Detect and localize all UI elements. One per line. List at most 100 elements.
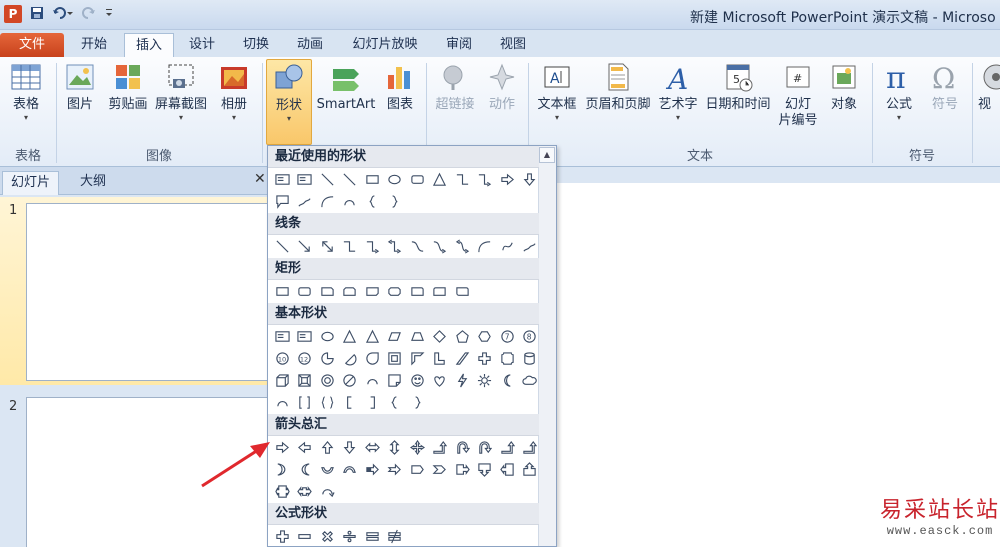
- shape-rrect-icon[interactable]: [294, 280, 317, 302]
- shape-arrowline-icon[interactable]: [294, 235, 317, 257]
- shape-plaque-icon[interactable]: [496, 347, 519, 369]
- shape-div-icon[interactable]: [339, 525, 362, 546]
- shape-curvedl-icon[interactable]: [294, 458, 317, 480]
- shape-equal-icon[interactable]: [361, 525, 384, 546]
- shape-brace1-icon[interactable]: [384, 391, 407, 413]
- powerpoint-app-icon[interactable]: P: [4, 5, 22, 23]
- shape-bevel-icon[interactable]: [294, 369, 317, 391]
- shape-dblarrowline-icon[interactable]: [316, 235, 339, 257]
- shape-smile-icon[interactable]: [406, 369, 429, 391]
- action-button[interactable]: 动作: [484, 61, 520, 113]
- shape-notch-icon[interactable]: [384, 458, 407, 480]
- shape-tri-icon[interactable]: [361, 325, 384, 347]
- picture-button[interactable]: 图片: [62, 61, 98, 113]
- shape-curvedconnarrow-icon[interactable]: [429, 235, 452, 257]
- shape-curvedconndbl-icon[interactable]: [451, 235, 474, 257]
- shape-bracket1-icon[interactable]: [339, 391, 362, 413]
- shape-scrib-icon[interactable]: [294, 190, 317, 212]
- shape-brace1-icon[interactable]: [361, 190, 384, 212]
- shape-trap-icon[interactable]: [406, 325, 429, 347]
- shape-elbowdbl-icon[interactable]: [384, 235, 407, 257]
- shape-larrow-icon[interactable]: [294, 436, 317, 458]
- shape-elbowarrow-icon[interactable]: [361, 235, 384, 257]
- customize-icon[interactable]: [104, 6, 114, 25]
- shape-uarrow-icon[interactable]: [316, 436, 339, 458]
- shape-moon-icon[interactable]: [496, 369, 519, 391]
- shapes-gallery[interactable]: ▲ 最近使用的形状 线条 矩形 基本形状 78 10 12 箭头总汇 公式形状: [267, 145, 557, 547]
- shape-plus-icon[interactable]: [271, 525, 294, 546]
- shape-rect-icon[interactable]: [361, 168, 384, 190]
- shape-curve-icon[interactable]: [316, 190, 339, 212]
- shape-elbowarrow-icon[interactable]: [474, 168, 497, 190]
- shape-dbrack-icon[interactable]: [294, 391, 317, 413]
- shape-neq-icon[interactable]: [384, 525, 407, 546]
- shape-elbow-icon[interactable]: [451, 168, 474, 190]
- tab-outline[interactable]: 大纲: [72, 171, 114, 195]
- shape-brace2-icon[interactable]: [406, 391, 429, 413]
- shape-oval-icon[interactable]: [384, 168, 407, 190]
- shape-darrow-icon[interactable]: [519, 168, 542, 190]
- undo-icon[interactable]: [52, 6, 74, 25]
- shape-hex-icon[interactable]: [474, 325, 497, 347]
- smartart-button[interactable]: SmartArt: [314, 61, 378, 113]
- shape-rect6-icon[interactable]: [406, 280, 429, 302]
- shape-rect8-icon[interactable]: [451, 280, 474, 302]
- shape-arc-icon[interactable]: [271, 391, 294, 413]
- chart-button[interactable]: 图表: [382, 61, 418, 113]
- shape-fold-icon[interactable]: [384, 369, 407, 391]
- tab-animations[interactable]: 动画: [284, 33, 336, 57]
- shape-tri-icon[interactable]: [429, 168, 452, 190]
- video-button[interactable]: 视: [978, 61, 1000, 113]
- tab-slides[interactable]: 幻灯片: [2, 171, 60, 195]
- shape-tb-icon[interactable]: [294, 168, 317, 190]
- shape-brace2-icon[interactable]: [384, 190, 407, 212]
- shape-rect-icon[interactable]: [271, 280, 294, 302]
- tab-review[interactable]: 审阅: [434, 33, 484, 57]
- shape-callout2-icon[interactable]: [271, 190, 294, 212]
- screenshot-button[interactable]: 屏幕截图 ▾: [152, 61, 210, 123]
- textbox-button[interactable]: A 文本框 ▾: [534, 61, 580, 123]
- shape-cross-icon[interactable]: [474, 347, 497, 369]
- shape-dbrace-icon[interactable]: [316, 391, 339, 413]
- shape-circ10-icon[interactable]: 10: [271, 347, 294, 369]
- tab-view[interactable]: 视图: [488, 33, 538, 57]
- shape-para-icon[interactable]: [384, 325, 407, 347]
- shape-diag-icon[interactable]: [451, 347, 474, 369]
- shape-udarrow-icon[interactable]: [384, 436, 407, 458]
- shape-rect7-icon[interactable]: [429, 280, 452, 302]
- shape-bentup-icon[interactable]: [496, 436, 519, 458]
- shape-frame-icon[interactable]: [384, 347, 407, 369]
- shape-tb-icon[interactable]: [271, 325, 294, 347]
- shape-circ12-icon[interactable]: 12: [294, 347, 317, 369]
- header-footer-button[interactable]: 页眉和页脚: [582, 61, 654, 113]
- shape-halfframe-icon[interactable]: [406, 347, 429, 369]
- shape-oval-icon[interactable]: [316, 325, 339, 347]
- shape-lshape-icon[interactable]: [429, 347, 452, 369]
- shape-chord-icon[interactable]: [339, 347, 362, 369]
- close-icon[interactable]: ✕: [254, 171, 266, 187]
- redo-icon[interactable]: [82, 6, 96, 25]
- shape-bracket2-icon[interactable]: [361, 391, 384, 413]
- datetime-button[interactable]: 5 日期和时间: [702, 61, 774, 113]
- shape-pent-icon[interactable]: [451, 325, 474, 347]
- shape-donut-icon[interactable]: [316, 369, 339, 391]
- shape-bentup-icon[interactable]: [519, 436, 542, 458]
- shape-quad-icon[interactable]: [406, 436, 429, 458]
- shape-circarrow-icon[interactable]: [316, 480, 339, 502]
- shape-dcall-icon[interactable]: [474, 458, 497, 480]
- shape-heart-icon[interactable]: [429, 369, 452, 391]
- slide-thumbnail-row[interactable]: 1: [0, 197, 268, 385]
- tab-insert[interactable]: 插入: [124, 33, 174, 57]
- shape-rect5-icon[interactable]: [384, 280, 407, 302]
- shape-darrow-icon[interactable]: [339, 436, 362, 458]
- shape-sun-icon[interactable]: [474, 369, 497, 391]
- shape-uturn-icon[interactable]: [451, 436, 474, 458]
- table-button[interactable]: 表格 ▾: [6, 61, 46, 123]
- shape-cube-icon[interactable]: [271, 369, 294, 391]
- shape-nosym-icon[interactable]: [339, 369, 362, 391]
- shape-pie-icon[interactable]: [316, 347, 339, 369]
- slide-number-button[interactable]: # 幻灯 片编号: [776, 61, 820, 129]
- shape-callout-icon[interactable]: [451, 458, 474, 480]
- scroll-up-arrow-icon[interactable]: ▲: [539, 147, 555, 163]
- save-icon[interactable]: [30, 6, 44, 25]
